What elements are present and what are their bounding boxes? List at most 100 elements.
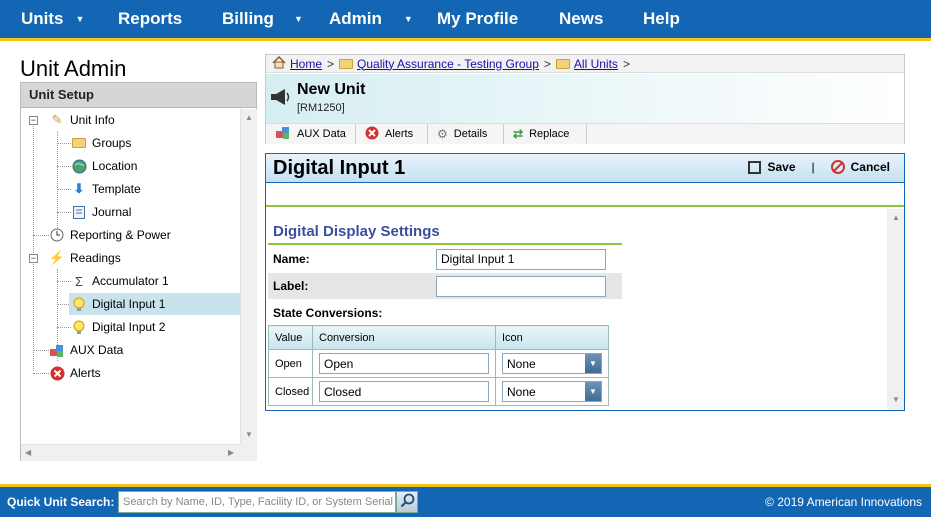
tree-item-label: AUX Data	[70, 343, 124, 357]
folder-icon	[555, 58, 570, 69]
nav-billing[interactable]: Billing ▼	[222, 0, 303, 38]
tree-line	[33, 373, 49, 374]
row-value: Closed	[268, 377, 313, 406]
scroll-up-icon[interactable]: ▲	[245, 113, 253, 122]
tree-item-digital-input-1[interactable]: Digital Input 1	[69, 293, 240, 315]
nav-units[interactable]: Units ▼	[21, 0, 84, 38]
tree-item-aux-data[interactable]: AUX Data	[49, 339, 123, 361]
section-divider	[268, 243, 622, 245]
unit-tabs: AUX Data Alerts ⚙ Details ⇄ Replace	[266, 123, 904, 144]
name-input[interactable]	[436, 248, 606, 270]
save-icon	[748, 160, 762, 174]
tree-item-label: Digital Input 1	[92, 297, 166, 311]
journal-icon	[71, 204, 87, 220]
section-title: Digital Display Settings	[273, 223, 440, 240]
download-icon: ⬇	[73, 181, 85, 196]
tree-item-reporting-power[interactable]: Reporting & Power	[49, 224, 171, 246]
scroll-left-icon[interactable]: ◀	[25, 448, 31, 457]
tree-line	[33, 235, 49, 236]
breadcrumb-home[interactable]: Home	[290, 57, 322, 71]
nav-admin[interactable]: Admin ▼	[329, 0, 413, 38]
cancel-label: Cancel	[850, 160, 890, 174]
tree-item-template[interactable]: ⬇ Template	[71, 178, 141, 200]
copyright: © 2019 American Innovations	[765, 495, 922, 509]
nav-admin-label: Admin	[329, 9, 382, 28]
tree-item-groups[interactable]: Groups	[71, 132, 131, 154]
icon-select[interactable]: None ▼	[502, 353, 602, 374]
label-row: Label:	[268, 273, 622, 299]
tree-item-label: Accumulator 1	[92, 274, 169, 288]
tree-item-journal[interactable]: Journal	[71, 201, 131, 223]
label-input[interactable]	[436, 275, 606, 297]
icon-select[interactable]: None ▼	[502, 381, 602, 402]
unit-tree: − − ✎ Unit Info Groups Location ⬇ Template…	[21, 109, 240, 434]
tree-vertical-scrollbar[interactable]: ▲ ▼	[240, 109, 257, 445]
quick-search-label: Quick Unit Search:	[7, 495, 115, 509]
tree-item-accumulator-1[interactable]: Σ Accumulator 1	[71, 270, 169, 292]
footer: Quick Unit Search: © 2019 American Innov…	[0, 487, 931, 517]
save-button[interactable]: Save	[748, 160, 796, 174]
tree-line	[57, 131, 58, 228]
scroll-down-icon[interactable]: ▼	[245, 430, 253, 439]
tree-item-readings[interactable]: ⚡ Readings	[49, 247, 121, 269]
tree-line	[57, 327, 71, 328]
tree-item-unit-info[interactable]: ✎ Unit Info	[49, 109, 115, 131]
breadcrumb-separator: >	[543, 56, 551, 71]
pencil-icon: ✎	[51, 112, 63, 127]
chevron-down-icon[interactable]: ▼	[76, 14, 85, 24]
tree-item-label: Unit Info	[70, 113, 115, 127]
scroll-corner	[240, 444, 257, 461]
scroll-down-icon[interactable]: ▼	[892, 395, 900, 404]
nav-billing-label: Billing	[222, 9, 274, 28]
alert-icon	[49, 365, 65, 381]
breadcrumb-group[interactable]: Quality Assurance - Testing Group	[357, 57, 539, 71]
clock-icon	[49, 227, 65, 243]
lightbulb-icon	[71, 319, 87, 335]
tree-item-alerts[interactable]: Alerts	[49, 362, 101, 384]
tree-line	[33, 350, 49, 351]
collapse-icon[interactable]: −	[29, 116, 38, 125]
nav-help-label: Help	[643, 9, 680, 28]
conversion-input[interactable]	[319, 353, 489, 374]
tab-replace[interactable]: ⇄ Replace	[504, 124, 587, 144]
tree-item-digital-input-2[interactable]: Digital Input 2	[71, 316, 165, 338]
icon-cell: None ▼	[495, 377, 609, 406]
nav-news[interactable]: News	[559, 0, 603, 38]
tree-line	[57, 143, 71, 144]
breadcrumb-all-units[interactable]: All Units	[574, 57, 618, 71]
nav-my-profile[interactable]: My Profile	[437, 0, 518, 38]
table-row: Closed None ▼	[268, 377, 609, 406]
chevron-down-icon[interactable]: ▼	[585, 382, 601, 401]
nav-reports[interactable]: Reports	[118, 0, 182, 38]
nav-news-label: News	[559, 9, 604, 28]
collapse-icon[interactable]: −	[29, 254, 38, 263]
nav-help[interactable]: Help	[643, 0, 680, 38]
tab-alerts[interactable]: Alerts	[356, 124, 428, 144]
name-row: Name:	[268, 246, 622, 272]
search-button[interactable]	[396, 491, 418, 513]
unit-setup-header: Unit Setup	[21, 83, 256, 108]
panel-vertical-scrollbar[interactable]: ▲ ▼	[887, 209, 904, 410]
tree-horizontal-scrollbar[interactable]: ◀ ▶	[21, 444, 240, 461]
cancel-button[interactable]: Cancel	[830, 160, 890, 174]
scroll-up-icon[interactable]: ▲	[892, 213, 900, 222]
breadcrumb: Home > Quality Assurance - Testing Group…	[266, 55, 904, 73]
tree-item-label: Alerts	[70, 366, 101, 380]
scroll-right-icon[interactable]: ▶	[228, 448, 234, 457]
lightning-icon: ⚡	[48, 250, 66, 265]
quick-search-input[interactable]	[118, 491, 396, 513]
globe-icon	[71, 158, 87, 174]
cancel-icon	[830, 160, 845, 174]
tab-details[interactable]: ⚙ Details	[428, 124, 504, 144]
chevron-down-icon[interactable]: ▼	[294, 14, 303, 24]
icon-select-value: None	[507, 356, 536, 371]
icon-cell: None ▼	[495, 349, 609, 378]
conversion-input[interactable]	[319, 381, 489, 402]
tree-item-label: Groups	[92, 136, 132, 150]
chevron-down-icon[interactable]: ▼	[404, 14, 413, 24]
tab-aux-data[interactable]: AUX Data	[266, 124, 356, 144]
tree-item-label: Reporting & Power	[70, 228, 171, 242]
state-conversions-table: Value Conversion Icon Open None ▼ Closed	[268, 325, 609, 406]
tree-item-location[interactable]: Location	[71, 155, 137, 177]
chevron-down-icon[interactable]: ▼	[585, 354, 601, 373]
